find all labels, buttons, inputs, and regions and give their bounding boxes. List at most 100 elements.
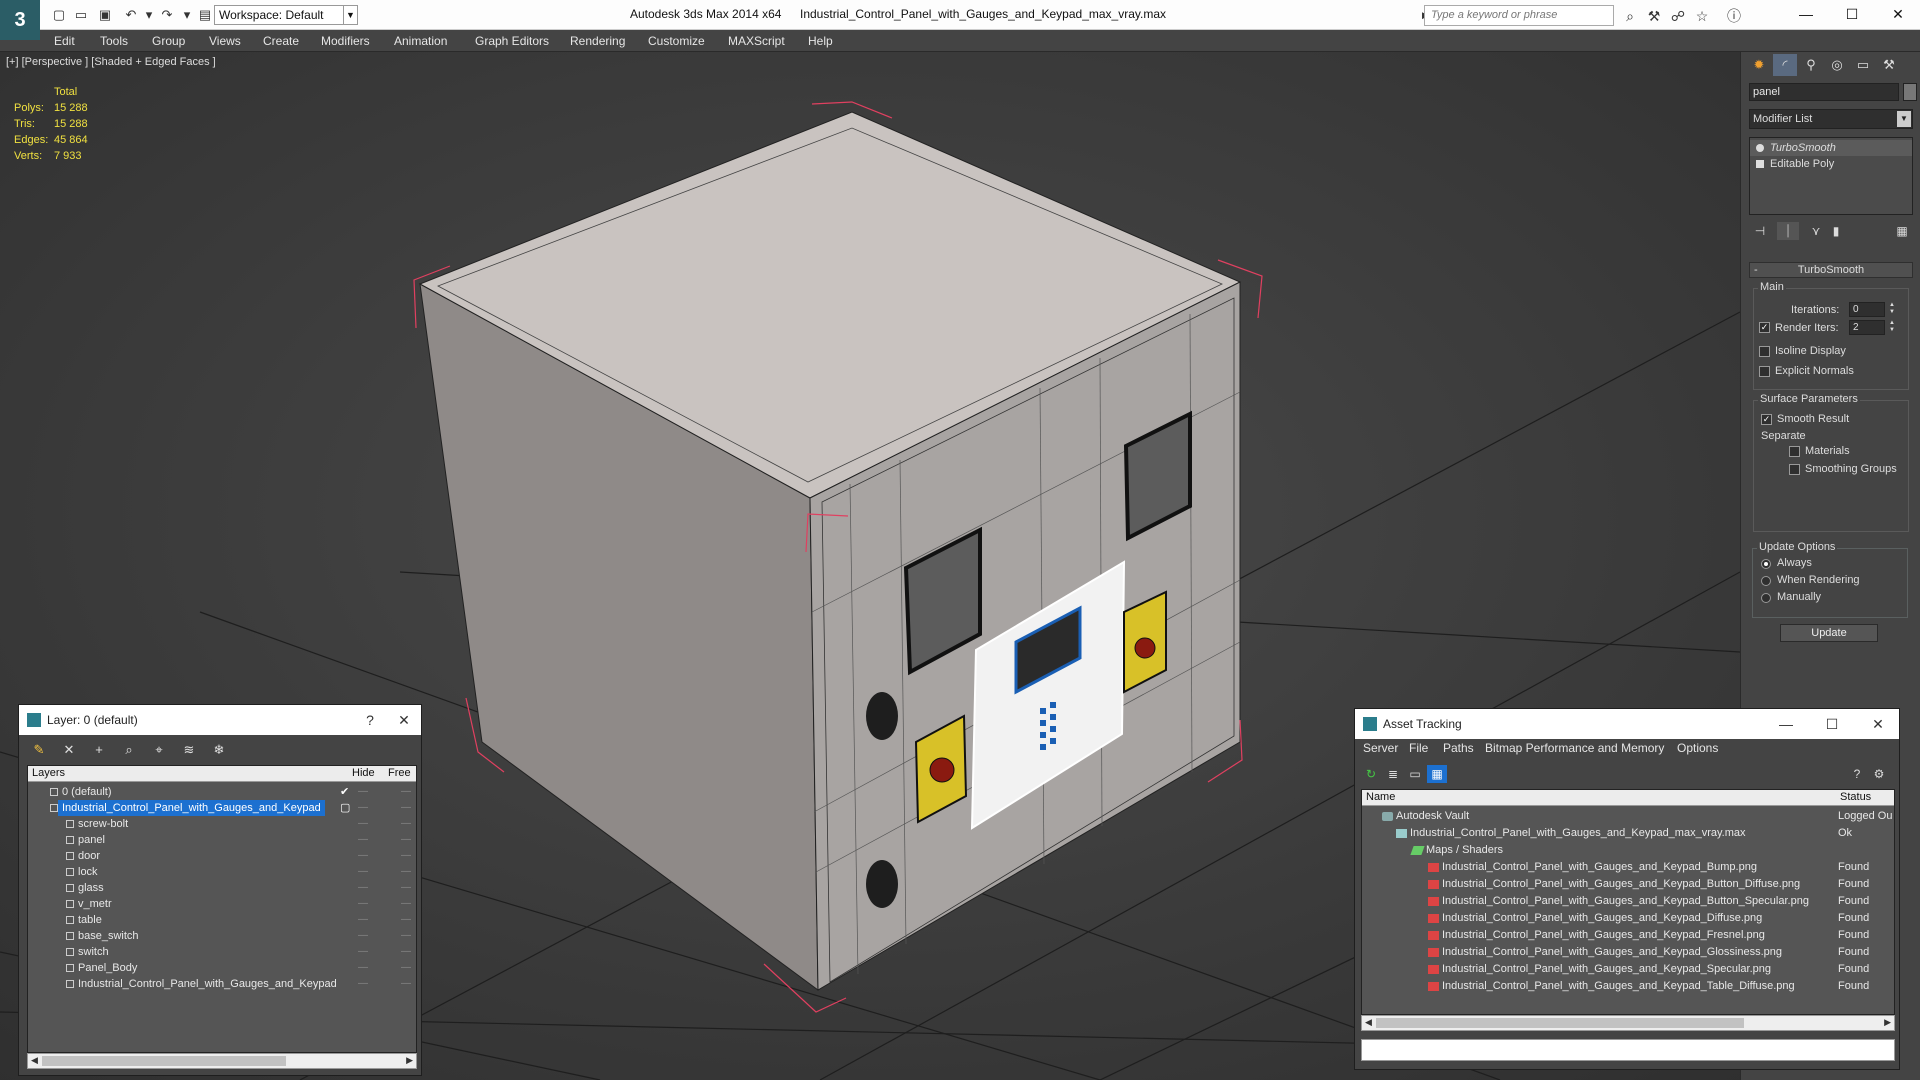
- layer-row[interactable]: Panel_Body — —: [28, 960, 416, 976]
- layer-row[interactable]: glass — —: [28, 880, 416, 896]
- layer-row[interactable]: base_switch — —: [28, 928, 416, 944]
- redo-dropdown-icon[interactable]: ▾: [178, 6, 196, 24]
- column-name[interactable]: Name: [1366, 791, 1395, 803]
- update-button[interactable]: Update: [1780, 624, 1878, 642]
- hide-toggle[interactable]: —: [358, 976, 368, 992]
- asset-row[interactable]: Industrial_Control_Panel_with_Gauges_and…: [1362, 876, 1894, 893]
- viewport-label[interactable]: [+] [Perspective ] [Shaded + Edged Faces…: [6, 56, 216, 68]
- open-file-icon[interactable]: ▭: [72, 6, 90, 24]
- modifier-list-dropdown[interactable]: Modifier List ▼: [1749, 109, 1913, 129]
- lightbulb-icon[interactable]: [1756, 144, 1764, 152]
- hide-toggle[interactable]: —: [358, 832, 368, 848]
- column-hide[interactable]: Hide: [352, 767, 375, 779]
- hide-toggle[interactable]: —: [358, 816, 368, 832]
- freeze-toggle[interactable]: —: [401, 784, 411, 800]
- scroll-right-icon[interactable]: ▶: [1884, 1017, 1891, 1028]
- maximize-button[interactable]: ☐: [1830, 2, 1874, 26]
- close-button[interactable]: ✕: [1876, 2, 1920, 26]
- delete-layer-icon[interactable]: ✕: [57, 739, 81, 761]
- always-radio[interactable]: [1761, 559, 1771, 569]
- smoothing-groups-checkbox[interactable]: [1789, 464, 1800, 475]
- motion-tab-icon[interactable]: ◎: [1825, 54, 1849, 76]
- hide-toggle[interactable]: —: [358, 800, 368, 816]
- menu-animation[interactable]: Animation: [394, 34, 447, 48]
- subscription-icon[interactable]: ⚒: [1644, 6, 1664, 26]
- asset-row[interactable]: Industrial_Control_Panel_with_Gauges_and…: [1362, 893, 1894, 910]
- undo-dropdown-icon[interactable]: ▾: [140, 6, 158, 24]
- table-view-icon[interactable]: ▦: [1427, 765, 1447, 783]
- hide-toggle[interactable]: —: [358, 912, 368, 928]
- make-unique-icon[interactable]: ⋎: [1805, 222, 1827, 240]
- communication-icon[interactable]: ☍: [1668, 6, 1688, 26]
- freeze-toggle[interactable]: —: [401, 880, 411, 896]
- smooth-result-checkbox[interactable]: ✓: [1761, 414, 1772, 425]
- select-objects-icon[interactable]: ⌕: [117, 739, 141, 761]
- asset-menu-paths[interactable]: Paths: [1443, 741, 1474, 755]
- layer-row[interactable]: switch — —: [28, 944, 416, 960]
- freeze-toggle[interactable]: —: [401, 896, 411, 912]
- when-rendering-radio[interactable]: [1761, 576, 1771, 586]
- layer-row[interactable]: table — —: [28, 912, 416, 928]
- project-folder-icon[interactable]: ▤: [196, 6, 214, 24]
- freeze-toggle[interactable]: —: [401, 816, 411, 832]
- hide-all-icon[interactable]: ≋: [177, 739, 201, 761]
- menu-group[interactable]: Group: [152, 34, 185, 48]
- menu-create[interactable]: Create: [263, 34, 299, 48]
- active-layer-check-icon[interactable]: ✔: [340, 784, 349, 800]
- manually-radio[interactable]: [1761, 593, 1771, 603]
- scrollbar-thumb[interactable]: [42, 1056, 286, 1066]
- layer-row[interactable]: Industrial_Control_Panel_with_Gauges_and…: [28, 976, 416, 992]
- spinner-arrows-icon[interactable]: ▲ ▼: [1887, 302, 1897, 317]
- redo-icon[interactable]: ↷: [158, 6, 176, 24]
- minimize-button[interactable]: —: [1763, 709, 1809, 739]
- asset-row[interactable]: Industrial_Control_Panel_with_Gauges_and…: [1362, 978, 1894, 995]
- layer-window-title-bar[interactable]: Layer: 0 (default) ? ✕: [19, 705, 421, 735]
- hide-toggle[interactable]: —: [358, 864, 368, 880]
- freeze-toggle[interactable]: —: [401, 864, 411, 880]
- undo-icon[interactable]: ↶: [122, 6, 140, 24]
- render-iters-spinner[interactable]: 2: [1849, 320, 1885, 335]
- asset-row[interactable]: Autodesk Vault Logged Ou: [1362, 808, 1894, 825]
- layer-row[interactable]: 0 (default) ✔ — —: [28, 784, 416, 800]
- freeze-toggle[interactable]: —: [401, 928, 411, 944]
- asset-row[interactable]: Industrial_Control_Panel_with_Gauges_and…: [1362, 927, 1894, 944]
- hide-toggle[interactable]: —: [358, 848, 368, 864]
- expand-plus-icon[interactable]: [1756, 160, 1764, 168]
- asset-help-icon[interactable]: ?: [1847, 765, 1867, 783]
- layer-row[interactable]: Industrial_Control_Panel_with_Gauges_and…: [28, 800, 416, 816]
- layer-row[interactable]: lock — —: [28, 864, 416, 880]
- close-icon[interactable]: ✕: [1855, 709, 1901, 739]
- asset-row[interactable]: Industrial_Control_Panel_with_Gauges_and…: [1362, 910, 1894, 927]
- workspace-dropdown[interactable]: Workspace: Default ▼: [214, 5, 358, 25]
- layer-row[interactable]: v_metr — —: [28, 896, 416, 912]
- freeze-toggle[interactable]: —: [401, 912, 411, 928]
- scroll-left-icon[interactable]: ◀: [1365, 1017, 1372, 1028]
- save-file-icon[interactable]: ▣: [96, 6, 114, 24]
- refresh-icon[interactable]: ↻: [1361, 765, 1381, 783]
- asset-settings-icon[interactable]: ⚙: [1869, 765, 1889, 783]
- modify-tab-icon[interactable]: ◜: [1773, 54, 1797, 76]
- hide-toggle[interactable]: —: [358, 960, 368, 976]
- new-file-icon[interactable]: ▢: [50, 6, 68, 24]
- asset-status-bar[interactable]: [1361, 1039, 1895, 1061]
- column-freeze[interactable]: Free: [388, 767, 411, 779]
- asset-row[interactable]: Industrial_Control_Panel_with_Gauges_and…: [1362, 859, 1894, 876]
- asset-menu-options[interactable]: Options: [1677, 741, 1718, 755]
- hide-toggle[interactable]: —: [358, 880, 368, 896]
- scrollbar-thumb[interactable]: [1376, 1018, 1744, 1028]
- favorites-star-icon[interactable]: ☆: [1692, 6, 1712, 26]
- isoline-display-checkbox[interactable]: [1759, 346, 1770, 357]
- asset-menu-bitmap-performance[interactable]: Bitmap Performance and Memory: [1485, 741, 1664, 755]
- asset-menu-server[interactable]: Server: [1363, 741, 1398, 755]
- configure-modifier-sets-icon[interactable]: ▦: [1891, 222, 1913, 240]
- column-layers[interactable]: Layers: [32, 767, 65, 779]
- help-button[interactable]: ?: [355, 705, 385, 735]
- asset-menu-file[interactable]: File: [1409, 741, 1428, 755]
- help-icon[interactable]: ⓘ: [1724, 6, 1744, 26]
- thumbnail-view-icon[interactable]: ▭: [1405, 765, 1425, 783]
- keyword-search-input[interactable]: Type a keyword or phrase: [1424, 5, 1614, 26]
- render-iters-checkbox[interactable]: ✓: [1759, 322, 1770, 333]
- app-logo-icon[interactable]: 3: [0, 0, 40, 40]
- create-layer-icon[interactable]: ✎: [27, 739, 51, 761]
- pin-stack-icon[interactable]: ⊣: [1749, 222, 1771, 240]
